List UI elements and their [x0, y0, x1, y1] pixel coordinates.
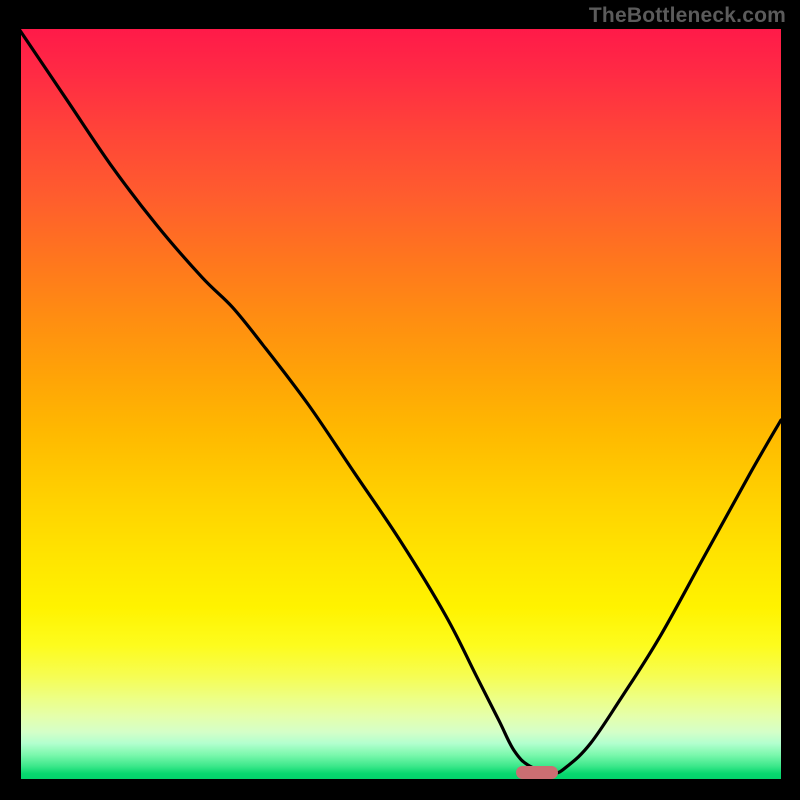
chart-root: TheBottleneck.com — [0, 0, 800, 800]
heatmap-background — [19, 29, 781, 781]
x-axis — [17, 779, 783, 783]
watermark-text: TheBottleneck.com — [589, 4, 786, 28]
optimal-marker — [516, 766, 558, 779]
y-axis — [17, 28, 21, 783]
plot-area — [19, 29, 781, 781]
